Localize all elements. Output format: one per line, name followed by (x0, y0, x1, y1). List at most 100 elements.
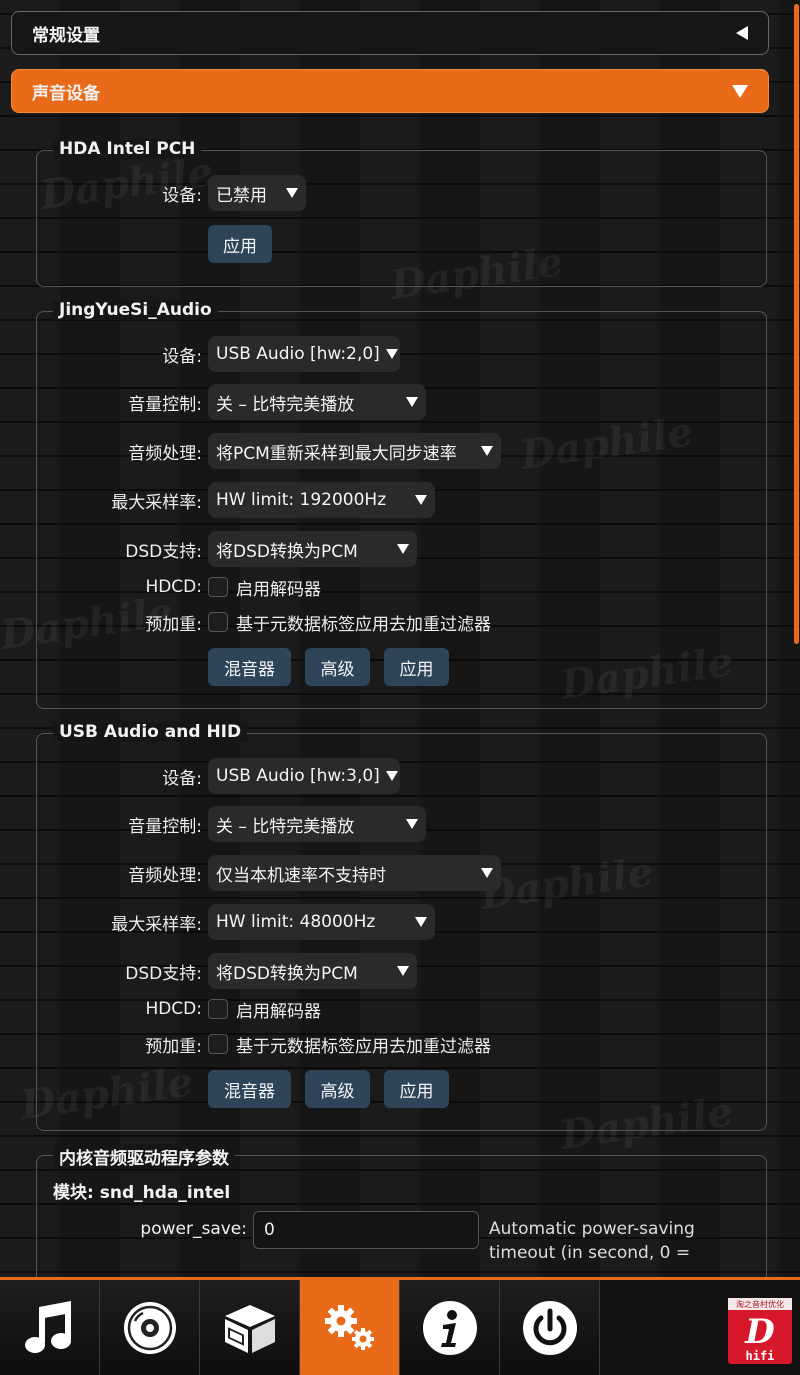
jys-mixer-button[interactable]: 混音器 (208, 648, 291, 686)
logo-letter: D (744, 1312, 775, 1352)
logo-top-text: 淘之音村优化 (736, 1299, 784, 1309)
jys-processing-select[interactable]: 将PCM重新采样到最大同步速率 (208, 433, 501, 469)
collapse-arrow-icon (736, 26, 748, 40)
jys-volume-label: 音量控制: (128, 394, 202, 415)
jys-volume-value: 关 – 比特完美播放 (216, 394, 355, 415)
jys-volume-select[interactable]: 关 – 比特完美播放 (208, 384, 426, 420)
expand-arrow-icon (732, 84, 748, 98)
audio-devices-panel-header[interactable]: 声音设备 (11, 69, 769, 113)
jys-preemph-checkbox[interactable] (208, 612, 228, 632)
power-save-desc-line-2: timeout (in second, 0 = (489, 1243, 691, 1263)
usbhid-processing-row: 音频处理: 仅当本机速率不支持时 (37, 855, 501, 891)
jys-maxrate-label: 最大采样率: (111, 492, 202, 513)
jys-device-select[interactable]: USB Audio [hw:2,0] (208, 336, 400, 372)
nav-music-button[interactable] (0, 1280, 100, 1375)
hifi-logo-icon: 淘之音村优化 D hifi (728, 1298, 792, 1364)
jys-maxrate-select[interactable]: HW limit: 192000Hz (208, 482, 435, 518)
jys-button-row: 混音器 高级 应用 (208, 648, 449, 686)
nav-info-button[interactable] (400, 1280, 500, 1375)
jys-preemph-row: 预加重: 基于元数据标签应用去加重过滤器 (37, 607, 491, 637)
usbhid-volume-select[interactable]: 关 – 比特完美播放 (208, 806, 426, 842)
usbhid-preemph-row: 预加重: 基于元数据标签应用去加重过滤器 (37, 1029, 491, 1059)
usbhid-device-select[interactable]: USB Audio [hw:3,0] (208, 758, 400, 794)
kernel-params-title: 内核音频驱动程序参数 (53, 1144, 235, 1169)
dropdown-caret-icon (397, 544, 409, 554)
jys-hdcd-option[interactable]: 启用解码器 (236, 575, 321, 600)
jys-apply-button[interactable]: 应用 (384, 648, 449, 686)
usbhid-processing-label: 音频处理: (128, 865, 202, 886)
usbhid-maxrate-value: HW limit: 48000Hz (216, 912, 376, 932)
general-settings-panel-header[interactable]: 常规设置 (11, 11, 769, 55)
power-save-desc-line-1: Automatic power-saving (489, 1219, 695, 1239)
bottom-navbar: 淘之音村优化 D hifi (0, 1277, 800, 1375)
usbhid-hdcd-row: HDCD: 启用解码器 (37, 994, 321, 1024)
jys-hdcd-row: HDCD: 启用解码器 (37, 572, 321, 602)
hda-intel-group: HDA Intel PCH 设备: 已禁用 应用 (36, 139, 767, 287)
dropdown-caret-icon (415, 917, 427, 927)
info-icon (422, 1300, 477, 1355)
jys-maxrate-row: 最大采样率: HW limit: 192000Hz (37, 482, 435, 518)
usbhid-preemph-label: 预加重: (145, 1036, 202, 1057)
dropdown-caret-icon (385, 349, 398, 359)
usbhid-mixer-button[interactable]: 混音器 (208, 1070, 291, 1108)
nav-library-button[interactable] (100, 1280, 200, 1375)
usbhid-dsd-label: DSD支持: (125, 963, 202, 984)
jys-dsd-value: 将DSD转换为PCM (216, 541, 358, 562)
power-save-value: 0 (264, 1220, 275, 1240)
usb-audio-hid-group: USB Audio and HID 设备: USB Audio [hw:3,0]… (36, 722, 767, 1131)
power-save-description: Automatic power-saving timeout (in secon… (489, 1217, 695, 1265)
usbhid-maxrate-select[interactable]: HW limit: 48000Hz (208, 904, 435, 940)
usbhid-preemph-option[interactable]: 基于元数据标签应用去加重过滤器 (236, 1032, 491, 1057)
jys-dsd-select[interactable]: 将DSD转换为PCM (208, 531, 417, 567)
hda-button-row: 应用 (208, 225, 272, 263)
usbhid-hdcd-label: HDCD: (145, 999, 202, 1019)
hda-apply-button[interactable]: 应用 (208, 225, 272, 263)
usbhid-volume-value: 关 – 比特完美播放 (216, 816, 355, 837)
jingyuesi-audio-title: JingYueSi_Audio (53, 300, 218, 320)
usbhid-dsd-value: 将DSD转换为PCM (216, 963, 358, 984)
usbhid-apply-button[interactable]: 应用 (384, 1070, 449, 1108)
jys-processing-value: 将PCM重新采样到最大同步速率 (216, 443, 457, 464)
jys-device-label: 设备: (162, 346, 202, 367)
general-settings-title: 常规设置 (32, 25, 100, 46)
dropdown-caret-icon (406, 397, 418, 407)
usbhid-volume-label: 音量控制: (128, 816, 202, 837)
usbhid-hdcd-checkbox[interactable] (208, 999, 228, 1019)
hda-device-value: 已禁用 (216, 185, 267, 206)
jys-hdcd-checkbox[interactable] (208, 577, 228, 597)
usbhid-processing-select[interactable]: 仅当本机速率不支持时 (208, 855, 501, 891)
scrollbar-thumb[interactable] (794, 4, 799, 644)
nav-storage-button[interactable] (200, 1280, 300, 1375)
kernel-module-label: 模块: snd_hda_intel (53, 1183, 231, 1203)
hda-device-label: 设备: (162, 185, 202, 206)
hda-device-select[interactable]: 已禁用 (208, 175, 306, 211)
usbhid-dsd-select[interactable]: 将DSD转换为PCM (208, 953, 417, 989)
jys-device-value: USB Audio [hw:2,0] (216, 344, 380, 364)
hifi-logo: 淘之音村优化 D hifi (728, 1298, 792, 1364)
scrollbar[interactable] (792, 0, 800, 1275)
jys-advanced-button[interactable]: 高级 (305, 648, 370, 686)
power-icon (522, 1300, 577, 1355)
dropdown-caret-icon (286, 188, 298, 198)
nav-power-button[interactable] (500, 1280, 600, 1375)
usbhid-advanced-button[interactable]: 高级 (305, 1070, 370, 1108)
jys-processing-row: 音频处理: 将PCM重新采样到最大同步速率 (37, 433, 501, 469)
usbhid-preemph-checkbox[interactable] (208, 1034, 228, 1054)
jys-maxrate-value: HW limit: 192000Hz (216, 490, 387, 510)
usbhid-hdcd-option[interactable]: 启用解码器 (236, 997, 321, 1022)
power-save-label: power_save: (140, 1219, 247, 1239)
usb-audio-hid-title: USB Audio and HID (53, 722, 248, 742)
hda-device-row: 设备: 已禁用 (37, 175, 306, 211)
usbhid-maxrate-row: 最大采样率: HW limit: 48000Hz (37, 904, 435, 940)
usbhid-dsd-row: DSD支持: 将DSD转换为PCM (37, 953, 417, 989)
power-save-row: power_save: 0 Automatic power-saving tim… (0, 1211, 695, 1265)
jys-volume-row: 音量控制: 关 – 比特完美播放 (37, 384, 426, 420)
dropdown-caret-icon (481, 868, 493, 878)
dropdown-caret-icon (406, 819, 418, 829)
nav-settings-button[interactable] (300, 1280, 400, 1375)
jys-dsd-row: DSD支持: 将DSD转换为PCM (37, 531, 417, 567)
jys-preemph-option[interactable]: 基于元数据标签应用去加重过滤器 (236, 610, 491, 635)
power-save-input[interactable]: 0 (253, 1211, 479, 1249)
usbhid-device-value: USB Audio [hw:3,0] (216, 766, 380, 786)
jys-processing-label: 音频处理: (128, 443, 202, 464)
